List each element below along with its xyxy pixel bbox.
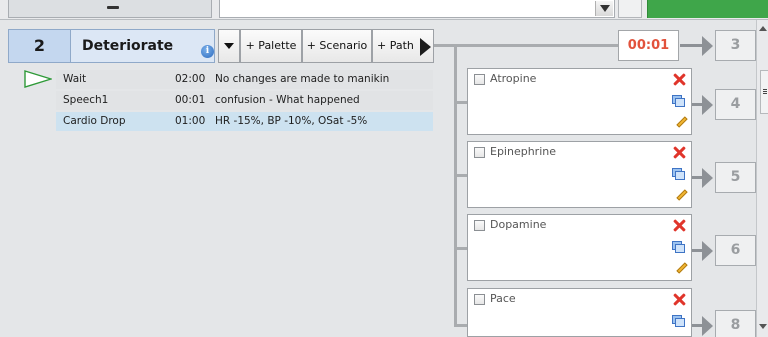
- state-name: Deteriorate: [82, 38, 174, 54]
- action-card[interactable]: Dopamine: [467, 214, 692, 281]
- top-combo-box[interactable]: [219, 0, 615, 18]
- connector-line: [454, 174, 467, 177]
- event-description: HR -15%, BP -10%, OSat -5%: [215, 115, 368, 127]
- transition-target[interactable]: 3: [715, 30, 756, 61]
- copy-icon[interactable]: [672, 95, 686, 108]
- transition-arrow-icon: [702, 241, 713, 261]
- scroll-down-icon[interactable]: [759, 324, 767, 329]
- delete-icon[interactable]: [673, 219, 686, 232]
- add-path-button[interactable]: + Path: [372, 29, 434, 63]
- state-timer[interactable]: 00:01: [618, 30, 679, 61]
- event-list: Wait 02:00 No changes are made to maniki…: [56, 70, 433, 133]
- transition-target[interactable]: 5: [715, 162, 756, 193]
- top-status-bar: [647, 0, 768, 18]
- top-toolbar-strip: [0, 0, 768, 20]
- vertical-scrollbar[interactable]: [756, 20, 768, 337]
- collapse-dash-icon: [107, 6, 119, 9]
- edit-pencil-icon[interactable]: [674, 116, 688, 129]
- transition-arrow-icon: [702, 36, 713, 56]
- event-description: No changes are made to manikin: [215, 73, 390, 85]
- action-checkbox[interactable]: [474, 294, 485, 305]
- action-label: Dopamine: [490, 218, 547, 231]
- connector-line: [454, 247, 467, 250]
- action-checkbox[interactable]: [474, 220, 485, 231]
- transition-target[interactable]: 4: [715, 89, 756, 120]
- scenario-editor: 2 Deteriorate i + Palette + Scenario + P…: [0, 0, 768, 337]
- panel-grip-handle[interactable]: [760, 70, 768, 114]
- transition-target[interactable]: 6: [715, 235, 756, 266]
- action-label: Pace: [490, 292, 516, 305]
- event-description: confusion - What happened: [215, 94, 360, 106]
- event-name: Cardio Drop: [63, 115, 126, 127]
- copy-icon[interactable]: [672, 168, 686, 181]
- edit-pencil-icon[interactable]: [674, 189, 688, 202]
- event-name: Wait: [63, 73, 87, 85]
- copy-icon[interactable]: [672, 241, 686, 254]
- event-name: Speech1: [63, 94, 109, 106]
- add-path-label: + Path: [377, 39, 414, 52]
- state-number: 2: [8, 29, 71, 63]
- event-row-selected[interactable]: Cardio Drop 01:00 HR -15%, BP -10%, OSat…: [56, 112, 433, 131]
- state-menu-button[interactable]: [218, 29, 240, 63]
- event-time: 00:01: [175, 94, 206, 106]
- combo-dropdown-icon[interactable]: [595, 1, 613, 16]
- action-card[interactable]: Pace: [467, 288, 692, 337]
- add-palette-button[interactable]: + Palette: [240, 29, 302, 63]
- event-time: 02:00: [175, 73, 206, 85]
- action-label: Atropine: [490, 72, 537, 85]
- transition-arrow-icon: [702, 316, 713, 336]
- action-card[interactable]: Epinephrine: [467, 141, 692, 208]
- transition-target[interactable]: 8: [715, 310, 756, 337]
- delete-icon[interactable]: [673, 146, 686, 159]
- delete-icon[interactable]: [673, 73, 686, 86]
- action-label: Epinephrine: [490, 145, 556, 158]
- add-scenario-button[interactable]: + Scenario: [302, 29, 372, 63]
- delete-icon[interactable]: [673, 293, 686, 306]
- transition-3[interactable]: 3: [680, 30, 756, 61]
- transition-arrow-icon: [702, 95, 713, 115]
- info-icon[interactable]: i: [201, 45, 214, 58]
- state-header[interactable]: Deteriorate i: [71, 29, 215, 63]
- event-row[interactable]: Speech1 00:01 confusion - What happened: [56, 91, 433, 110]
- transition-stem: [680, 44, 704, 47]
- event-row[interactable]: Wait 02:00 No changes are made to maniki…: [56, 70, 433, 89]
- path-arrow-icon: [420, 38, 431, 56]
- connector-line: [454, 44, 457, 327]
- action-checkbox[interactable]: [474, 74, 485, 85]
- edit-pencil-icon[interactable]: [674, 262, 688, 275]
- connector-line: [454, 101, 467, 104]
- event-time: 01:00: [175, 115, 206, 127]
- action-card[interactable]: Atropine: [467, 68, 692, 135]
- top-left-field[interactable]: [8, 0, 212, 18]
- connector-line: [434, 44, 618, 47]
- transition-arrow-icon: [702, 168, 713, 188]
- top-small-button[interactable]: [618, 0, 642, 18]
- action-checkbox[interactable]: [474, 147, 485, 158]
- play-icon: [24, 70, 52, 88]
- scroll-up-icon[interactable]: [759, 26, 767, 31]
- copy-icon[interactable]: [672, 315, 686, 328]
